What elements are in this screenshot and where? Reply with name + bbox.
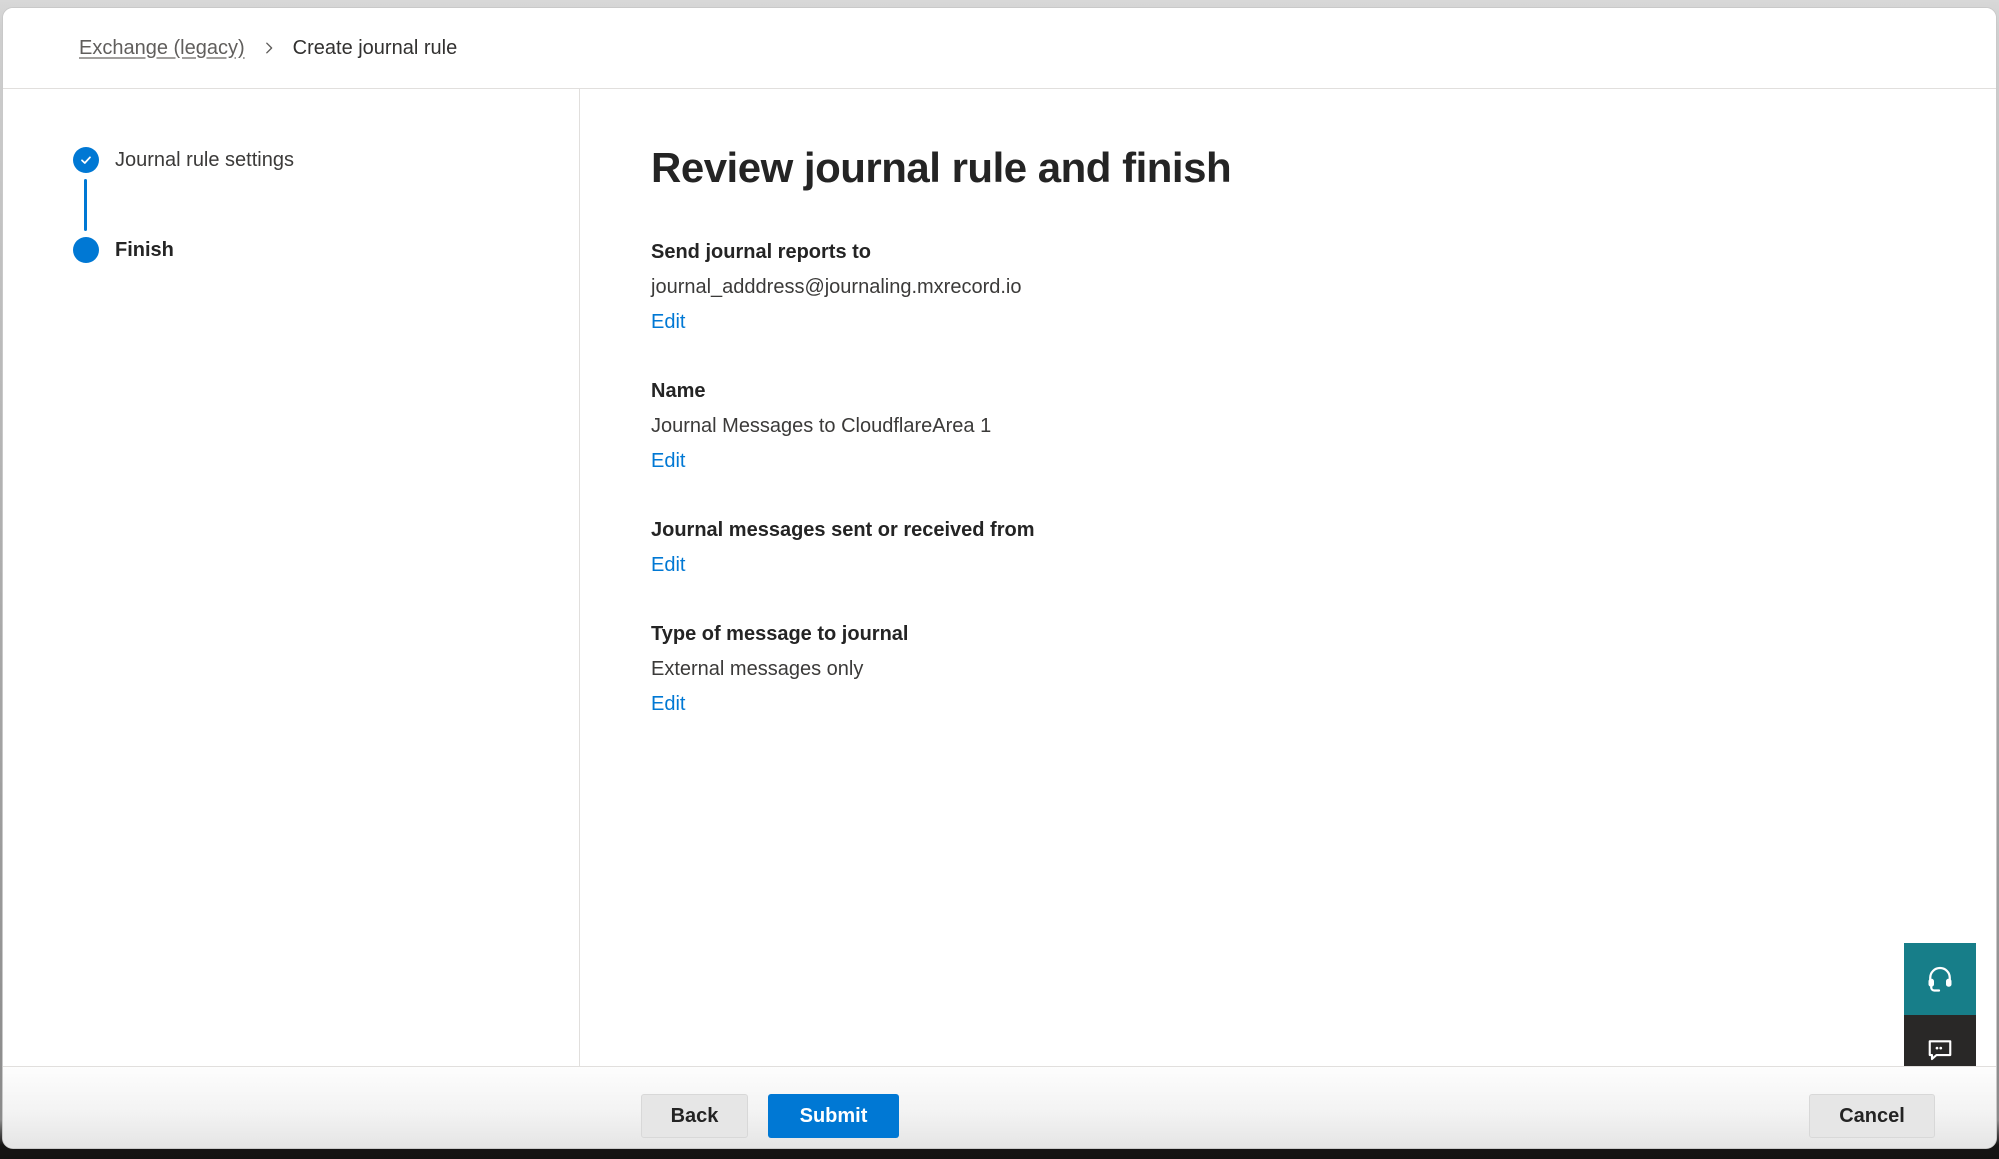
help-button[interactable] <box>1904 943 1976 1015</box>
step-label: Journal rule settings <box>115 149 294 172</box>
breadcrumb-link-exchange-legacy[interactable]: Exchange (legacy) <box>79 37 245 60</box>
section-value: Journal Messages to CloudflareArea 1 <box>651 413 1996 439</box>
cancel-button[interactable]: Cancel <box>1809 1094 1935 1138</box>
section-value: External messages only <box>651 656 1996 682</box>
wizard-step-journal-rule-settings[interactable]: Journal rule settings <box>73 147 579 173</box>
wizard-footer: Back Submit Cancel <box>3 1066 1996 1148</box>
review-section-message-type: Type of message to journal External mess… <box>651 621 1996 717</box>
wizard-step-finish: Finish <box>73 237 579 263</box>
wizard-step-rail: Journal rule settings Finish <box>3 89 580 1066</box>
edit-name-link[interactable]: Edit <box>651 448 685 474</box>
review-pane: Review journal rule and finish Send jour… <box>651 89 1996 1066</box>
review-section-journal-messages-scope: Journal messages sent or received from E… <box>651 517 1996 578</box>
page-title: Review journal rule and finish <box>651 144 1996 192</box>
edit-send-journal-reports-link[interactable]: Edit <box>651 309 685 335</box>
edit-journal-messages-scope-link[interactable]: Edit <box>651 552 685 578</box>
filled-circle-icon <box>73 237 99 263</box>
section-label: Journal messages sent or received from <box>651 517 1996 543</box>
wizard-content: Journal rule settings Finish Review jour… <box>3 89 1996 1066</box>
step-label: Finish <box>115 239 174 262</box>
section-label: Type of message to journal <box>651 621 1996 647</box>
headset-icon <box>1925 963 1955 996</box>
back-button[interactable]: Back <box>641 1094 748 1138</box>
section-label: Send journal reports to <box>651 239 1996 265</box>
edit-message-type-link[interactable]: Edit <box>651 691 685 717</box>
app-window: Exchange (legacy) Create journal rule Jo… <box>2 7 1997 1149</box>
section-value: journal_adddress@journaling.mxrecord.io <box>651 274 1996 300</box>
review-section-name: Name Journal Messages to CloudflareArea … <box>651 378 1996 474</box>
section-label: Name <box>651 378 1996 404</box>
review-section-send-journal-reports-to: Send journal reports to journal_adddress… <box>651 239 1996 335</box>
chat-bubble-icon <box>1925 1035 1955 1068</box>
breadcrumb-current-page: Create journal rule <box>293 37 458 60</box>
submit-button[interactable]: Submit <box>768 1094 899 1138</box>
check-circle-icon <box>73 147 99 173</box>
chevron-right-icon <box>262 41 276 55</box>
breadcrumb: Exchange (legacy) Create journal rule <box>3 8 1996 89</box>
step-connector-line <box>84 179 87 231</box>
